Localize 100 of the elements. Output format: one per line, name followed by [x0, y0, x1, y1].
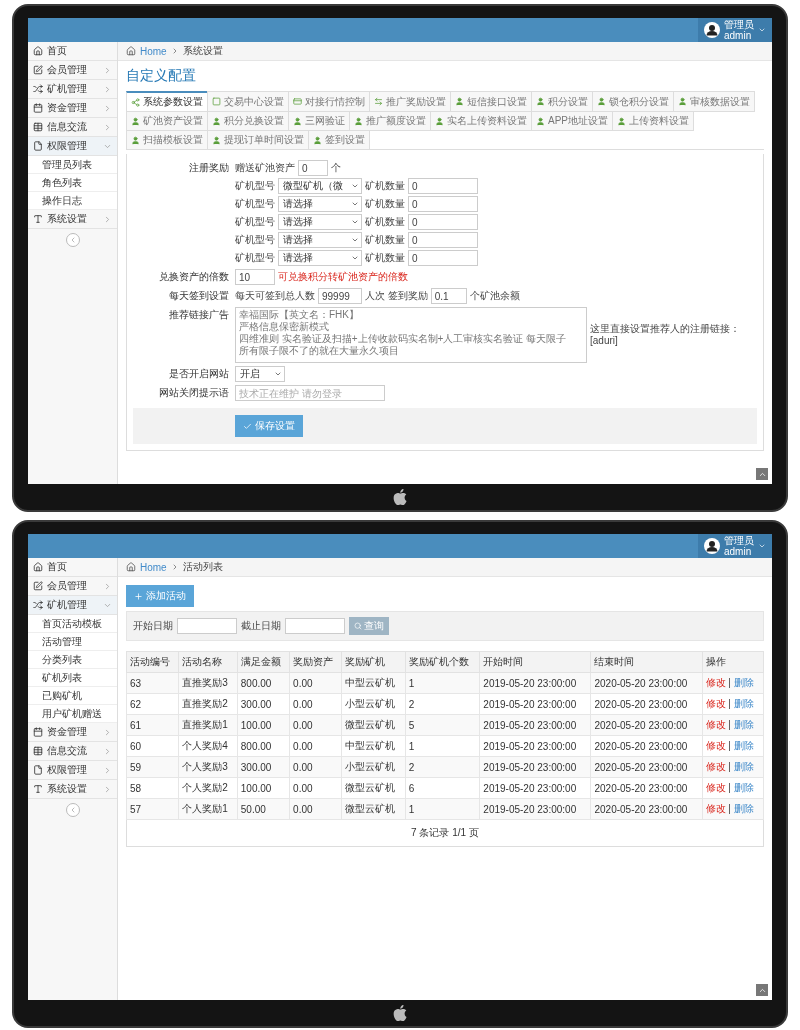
input-field[interactable]: 99999 — [318, 288, 362, 304]
sidebar-item[interactable]: 资金管理 — [28, 99, 117, 118]
settings-tab[interactable]: 矿池资产设置 — [126, 111, 208, 131]
table-cell: 62 — [126, 693, 179, 715]
sidebar-item[interactable]: 权限管理 — [28, 761, 117, 780]
settings-tab[interactable]: 扫描模板设置 — [126, 130, 208, 150]
sidebar-item[interactable]: 矿机管理 — [28, 596, 117, 615]
settings-tab[interactable]: 推广奖励设置 — [369, 91, 451, 112]
column-header: 活动编号 — [126, 651, 179, 673]
sidebar-collapse-button[interactable] — [65, 803, 80, 817]
apple-icon — [393, 489, 407, 505]
sidebar-item[interactable]: 首页 — [28, 42, 117, 61]
sidebar-item[interactable]: 权限管理 — [28, 137, 117, 156]
settings-tab[interactable]: 短信接口设置 — [450, 91, 532, 112]
select-field[interactable]: 微型矿机（微 — [278, 178, 362, 194]
delete-link[interactable]: 删除 — [733, 719, 754, 730]
table-cell: 0.00 — [289, 714, 342, 736]
settings-tab[interactable]: 锁仓积分设置 — [592, 91, 674, 112]
delete-link[interactable]: 删除 — [733, 677, 754, 688]
sidebar-item[interactable]: 系统设置 — [28, 210, 117, 229]
edit-link[interactable]: 修改 — [705, 740, 726, 751]
input-field[interactable]: 0 — [408, 214, 478, 230]
submenu-item[interactable]: 分类列表 — [28, 651, 117, 669]
settings-tab[interactable]: APP地址设置 — [531, 111, 613, 131]
delete-link[interactable]: 删除 — [733, 740, 754, 751]
table-cell: 1 — [405, 798, 480, 820]
edit-link[interactable]: 修改 — [705, 698, 726, 709]
settings-tab[interactable]: 签到设置 — [308, 130, 370, 150]
settings-tab[interactable]: 审核数据设置 — [673, 91, 755, 112]
text-line: 所有限子限不了的就在大量永久项目 — [239, 345, 400, 357]
edit-link[interactable]: 修改 — [705, 677, 726, 688]
select-field[interactable]: 请选择 — [278, 214, 362, 230]
sidebar-item[interactable]: 信息交流 — [28, 742, 117, 761]
scroll-top-button[interactable] — [756, 468, 768, 480]
delete-link[interactable]: 删除 — [733, 698, 754, 709]
input-field[interactable]: 0 — [408, 232, 478, 248]
submenu-item[interactable]: 角色列表 — [28, 174, 117, 192]
settings-tab[interactable]: 提现订单时间设置 — [207, 130, 309, 150]
table-cell: 60 — [126, 735, 179, 757]
select-field[interactable]: 请选择 — [278, 196, 362, 212]
sidebar-collapse-button[interactable] — [65, 233, 80, 247]
input-field[interactable]: 0.1 — [430, 288, 467, 304]
user-menu[interactable]: 管理员 admin — [698, 534, 772, 558]
person-icon — [536, 116, 545, 126]
field-label: 矿机数量 — [365, 179, 405, 193]
select-field[interactable]: 请选择 — [278, 250, 362, 266]
delete-link[interactable]: 删除 — [733, 761, 754, 772]
input-field[interactable]: 0 — [298, 160, 328, 176]
sidebar-item[interactable]: 会员管理 — [28, 61, 117, 80]
edit-link[interactable]: 修改 — [705, 782, 726, 793]
submenu-item[interactable]: 已购矿机 — [28, 687, 117, 705]
user-menu[interactable]: 管理员 admin — [698, 18, 772, 42]
menu-item-icon — [33, 65, 43, 75]
sidebar-item[interactable]: 首页 — [28, 558, 117, 577]
settings-tab[interactable]: 积分设置 — [531, 91, 593, 112]
input-field[interactable]: 0 — [408, 250, 478, 266]
select-field[interactable]: 开启 — [235, 366, 285, 382]
scroll-top-button[interactable] — [756, 984, 768, 996]
settings-tab[interactable]: 积分兑换设置 — [207, 111, 289, 131]
edit-link[interactable]: 修改 — [705, 803, 726, 814]
column-header: 奖励矿机 — [341, 651, 406, 673]
submenu-item[interactable]: 矿机列表 — [28, 669, 117, 687]
person-icon — [131, 116, 140, 126]
input-field[interactable]: 技术正在维护 请勿登录 — [235, 385, 385, 401]
table-cell: 2020-05-20 23:00:00 — [590, 735, 703, 757]
delete-link[interactable]: 删除 — [733, 782, 754, 793]
input-field[interactable]: 10 — [235, 269, 275, 285]
field-label: 矿机型号 — [235, 251, 275, 265]
submenu-item[interactable]: 操作日志 — [28, 192, 117, 210]
settings-tab[interactable]: 三网验证 — [288, 111, 350, 131]
sidebar-item[interactable]: 资金管理 — [28, 723, 117, 742]
delete-link[interactable]: 删除 — [733, 803, 754, 814]
table-cell: 直推奖励1 — [178, 714, 238, 736]
text-area[interactable]: 幸福国际【英文名：FHK】 严格信息保密新模式 四维准则 实名验证及扫描+上传收款码实名制+人工审核实名验证 每天限子 所有限子限不了的就在大量永久项目 — [235, 307, 587, 363]
settings-tab[interactable]: 实名上传资料设置 — [430, 111, 532, 131]
select-field[interactable]: 请选择 — [278, 232, 362, 248]
sidebar-item[interactable]: 系统设置 — [28, 780, 117, 799]
edit-link[interactable]: 修改 — [705, 761, 726, 772]
settings-tab[interactable]: 上传资料设置 — [612, 111, 694, 131]
table-cell: 63 — [126, 672, 179, 694]
home-icon — [126, 562, 136, 572]
settings-tab[interactable]: 交易中心设置 — [207, 91, 289, 112]
field-label: 矿机数量 — [365, 215, 405, 229]
table-cell: 微型云矿机 — [341, 777, 406, 799]
separator-text: | — [728, 698, 731, 709]
submenu-item[interactable]: 首页活动模板 — [28, 615, 117, 633]
text-line: 幸福国际【英文名：FHK】 — [239, 309, 360, 321]
input-field[interactable]: 0 — [408, 178, 478, 194]
date-field[interactable] — [285, 618, 345, 634]
date-field[interactable] — [177, 618, 237, 634]
settings-tab[interactable]: 对接行情控制 — [288, 91, 370, 112]
table-cell: 2020-05-20 23:00:00 — [590, 756, 703, 778]
edit-link[interactable]: 修改 — [705, 719, 726, 730]
submenu-item[interactable]: 管理员列表 — [28, 156, 117, 174]
settings-tab[interactable]: 系统参数设置 — [126, 91, 208, 112]
sidebar-item[interactable]: 矿机管理 — [28, 80, 117, 99]
input-field[interactable]: 0 — [408, 196, 478, 212]
submenu-item[interactable]: 用户矿机赠送 — [28, 705, 117, 723]
settings-tab[interactable]: 推广额度设置 — [349, 111, 431, 131]
submenu-item[interactable]: 活动管理 — [28, 633, 117, 651]
